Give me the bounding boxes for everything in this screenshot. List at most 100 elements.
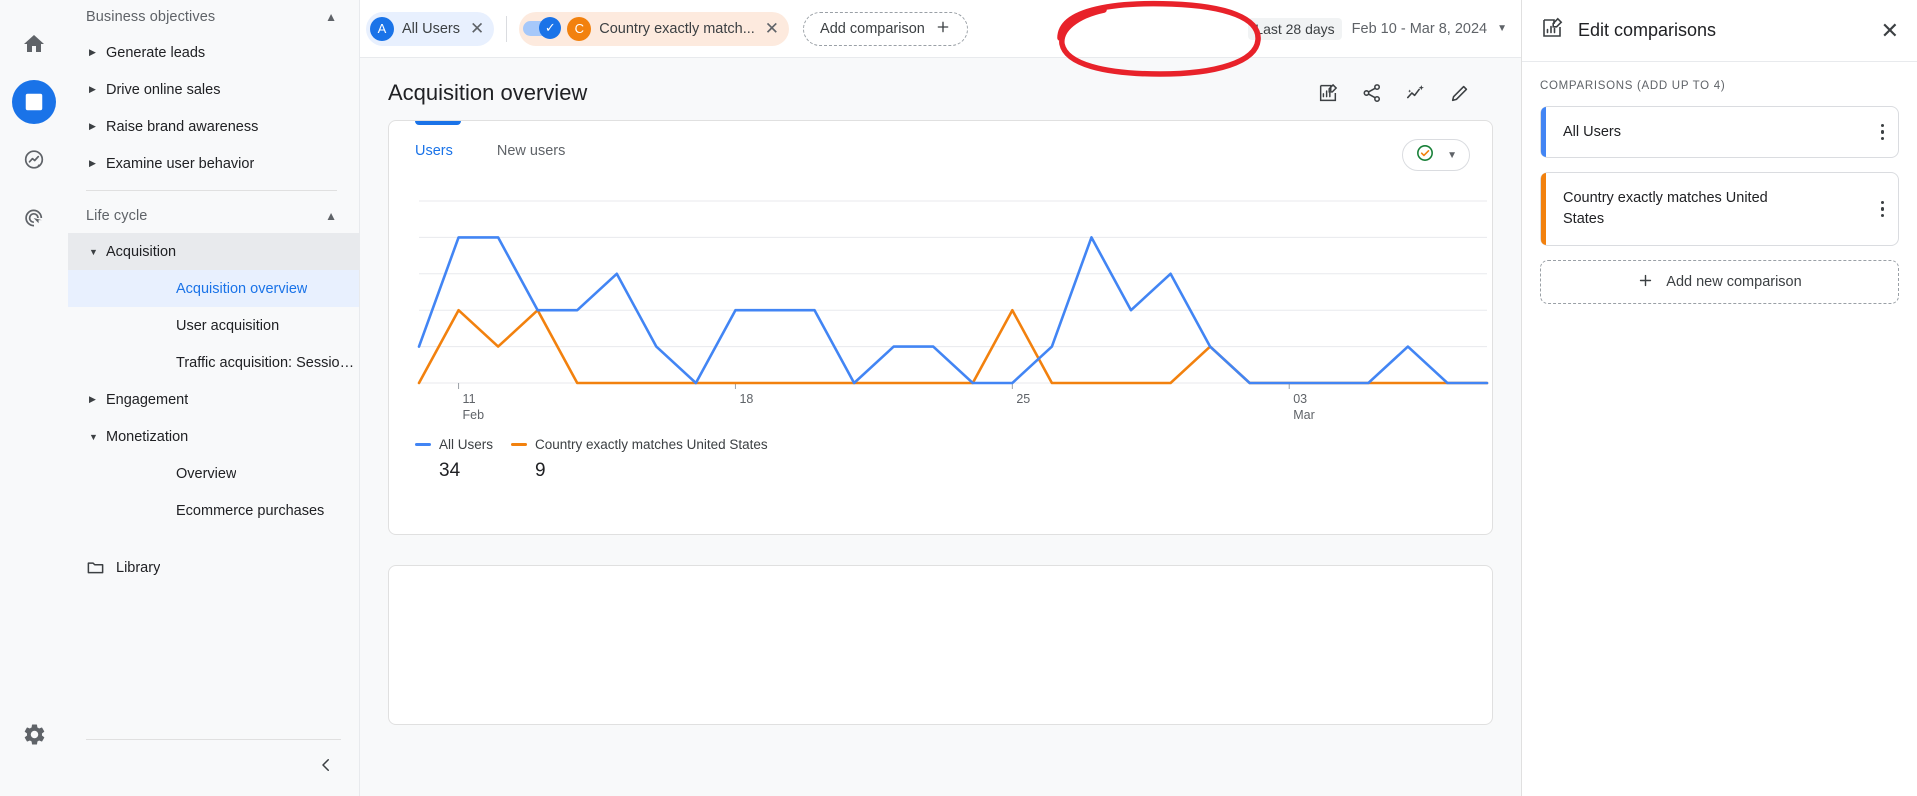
comparison-chip-label: All Users [402,21,460,37]
sidebar-item-label: Acquisition overview [176,281,307,297]
sidebar-item-label: Overview [176,466,236,482]
page-header: Acquisition overview [360,58,1521,112]
comparison-avatar: C [567,17,591,41]
svg-text:25: 25 [1016,392,1030,406]
sidebar-bottom-divider [86,739,341,740]
sidebar-item-monetization[interactable]: ▼ Monetization [68,418,359,455]
sidebar-item-ecommerce-purchases[interactable]: Ecommerce purchases [68,492,359,529]
caret-down-icon: ▼ [1447,150,1457,161]
comparison-chip-all-users[interactable]: A All Users ✕ [366,12,494,46]
close-icon[interactable]: ✕ [765,20,779,37]
legend-value: 9 [535,460,768,482]
sidebar-item-label: Examine user behavior [106,156,254,172]
legend-color-swatch [511,443,527,446]
icon-rail [0,0,68,796]
secondary-card [388,565,1493,725]
sidebar-item-label: Drive online sales [106,82,220,98]
reports-icon[interactable] [12,80,56,124]
close-icon[interactable]: ✕ [1881,20,1899,42]
legend-item-country-us: Country exactly matches United States 9 [511,437,768,482]
add-new-comparison-button[interactable]: Add new comparison [1540,260,1899,304]
check-circle-icon [1415,143,1435,168]
triangle-right-icon: ▶ [86,121,106,132]
insights-icon[interactable] [1317,82,1339,104]
sidebar-item-drive-online-sales[interactable]: ▶ Drive online sales [68,71,359,108]
sidebar-section-life-cycle[interactable]: Life cycle ▲ [68,199,359,233]
svg-text:03: 03 [1293,392,1307,406]
close-icon[interactable]: ✕ [470,20,484,37]
comparison-card-all-users[interactable]: All Users [1540,106,1899,158]
sidebar-item-label: User acquisition [176,318,279,334]
plus-icon [1637,272,1654,293]
comparison-chip-label: Country exactly match... [599,21,755,37]
kebab-menu-icon[interactable] [1871,124,1885,141]
folder-icon [86,558,116,577]
triangle-right-icon: ▶ [86,47,106,58]
edit-comparisons-panel: Edit comparisons ✕ COMPARISONS (ADD UP T… [1521,0,1917,796]
legend-item-all-users: All Users 34 [415,437,493,482]
chart-legend: All Users 34 Country exactly matches Uni… [415,437,768,482]
page-title: Acquisition overview [388,80,587,106]
sidebar-divider [86,190,337,191]
section-title: Business objectives [86,9,215,25]
trend-sparkle-icon[interactable] [1405,82,1427,104]
tab-new-users[interactable]: New users [497,143,566,169]
explore-icon[interactable] [12,138,56,182]
date-preset-pill: Last 28 days [1248,18,1341,40]
sidebar-item-label: Raise brand awareness [106,119,258,135]
date-range-text: Feb 10 - Mar 8, 2024 [1352,21,1487,37]
kebab-menu-icon[interactable] [1871,201,1885,218]
sidebar-item-label: Library [116,560,160,576]
sidebar-item-label: Engagement [106,392,188,408]
comparison-card-label: Country exactly matches United States [1563,188,1793,230]
triangle-down-icon: ▼ [86,432,106,442]
comparison-card-country-us[interactable]: Country exactly matches United States [1540,172,1899,246]
sidebar-item-label: Acquisition [106,244,176,260]
sidebar-item-library[interactable]: Library [68,549,359,586]
sidebar-item-raise-brand-awareness[interactable]: ▶ Raise brand awareness [68,108,359,145]
sidebar-section-business-objectives[interactable]: Business objectives ▲ [68,0,359,34]
legend-color-swatch [415,443,431,446]
legend-label: All Users [439,437,493,452]
main-content: A All Users ✕ ✓ C Country exactly match.… [360,0,1521,796]
advertising-icon[interactable] [12,196,56,240]
tab-users[interactable]: Users [415,143,453,169]
triangle-right-icon: ▶ [86,394,106,405]
triangle-right-icon: ▶ [86,84,106,95]
svg-text:Feb: Feb [463,408,485,422]
chart-options: ▼ [1402,139,1470,171]
add-new-comparison-label: Add new comparison [1666,274,1801,290]
home-icon[interactable] [12,22,56,66]
sidebar-item-traffic-acquisition[interactable]: Traffic acquisition: Session... [68,344,359,381]
comparison-toggle[interactable]: ✓ [523,21,557,36]
edit-chart-icon [1540,16,1564,45]
metric-tabs: Users New users [389,121,1492,169]
sidebar-item-generate-leads[interactable]: ▶ Generate leads [68,34,359,71]
sidebar-item-label: Monetization [106,429,188,445]
comparisons-section-label: COMPARISONS (ADD UP TO 4) [1540,80,1899,92]
sidebar-item-acquisition[interactable]: ▼ Acquisition [68,233,359,270]
data-quality-selector[interactable]: ▼ [1402,139,1470,171]
legend-value: 34 [439,460,493,482]
share-icon[interactable] [1361,82,1383,104]
comparison-color-bar [1541,107,1546,157]
sidebar-item-user-acquisition[interactable]: User acquisition [68,307,359,344]
comparison-color-bar [1541,173,1546,245]
panel-header: Edit comparisons ✕ [1522,0,1917,62]
add-comparison-label: Add comparison [820,21,925,37]
triangle-down-icon: ▼ [86,247,106,257]
sidebar-item-examine-user-behavior[interactable]: ▶ Examine user behavior [68,145,359,182]
add-comparison-button[interactable]: Add comparison [803,12,968,46]
date-range-selector[interactable]: Last 28 days Feb 10 - Mar 8, 2024 ▼ [1248,18,1507,40]
comparison-chip-country-us[interactable]: ✓ C Country exactly match... ✕ [519,12,789,46]
sidebar-item-monetization-overview[interactable]: Overview [68,455,359,492]
edit-pencil-icon[interactable] [1449,82,1471,104]
sidebar-item-engagement[interactable]: ▶ Engagement [68,381,359,418]
page-actions [1317,82,1493,104]
sidebar-item-acquisition-overview[interactable]: Acquisition overview [68,270,359,307]
collapse-navigation-button[interactable] [309,748,343,782]
settings-gear-icon[interactable] [12,712,56,756]
panel-body: COMPARISONS (ADD UP TO 4) All Users Coun… [1522,62,1917,304]
triangle-right-icon: ▶ [86,158,106,169]
comparison-avatar: A [370,17,394,41]
